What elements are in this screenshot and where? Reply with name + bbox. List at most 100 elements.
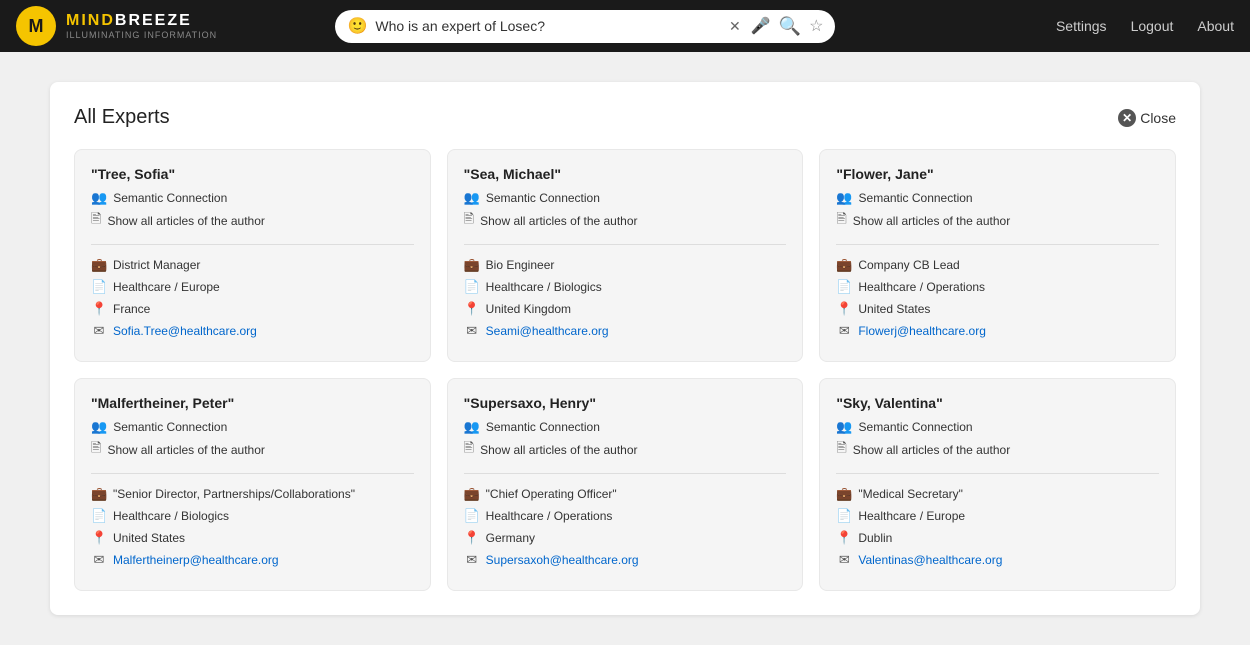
location-icon: 📍 [91, 530, 107, 546]
article-icon: 🖹 [91, 210, 101, 232]
email-icon: ✉ [464, 552, 480, 568]
email-detail: ✉ Supersaxoh@healthcare.org [464, 552, 787, 568]
role-icon: 💼 [464, 257, 480, 273]
semantic-connection-link[interactable]: 👥 Semantic Connection [836, 419, 1159, 435]
connection-icon: 👥 [464, 419, 480, 435]
connection-label: Semantic Connection [486, 420, 600, 434]
division-detail: 📄 Healthcare / Europe [836, 508, 1159, 524]
division-value: Healthcare / Operations [486, 509, 613, 523]
role-value: "Senior Director, Partnerships/Collabora… [113, 487, 355, 501]
location-detail: 📍 Dublin [836, 530, 1159, 546]
expert-name: "Malfertheiner, Peter" [91, 395, 414, 411]
expert-card: "Sky, Valentina" 👥 Semantic Connection 🖹… [819, 378, 1176, 591]
semantic-connection-link[interactable]: 👥 Semantic Connection [91, 190, 414, 206]
expert-name: "Tree, Sofia" [91, 166, 414, 182]
location-detail: 📍 United States [91, 530, 414, 546]
connection-label: Semantic Connection [486, 191, 600, 205]
semantic-connection-link[interactable]: 👥 Semantic Connection [836, 190, 1159, 206]
email-link[interactable]: Valentinas@healthcare.org [858, 553, 1002, 567]
expert-card: "Sea, Michael" 👥 Semantic Connection 🖹 S… [447, 149, 804, 362]
logo-name: MINDBREEZE [66, 12, 217, 30]
card-divider [464, 244, 787, 245]
search-mic-button[interactable]: 🎤 [751, 16, 771, 36]
email-link[interactable]: Sofia.Tree@healthcare.org [113, 324, 257, 338]
article-icon: 🖹 [91, 439, 101, 461]
show-articles-link[interactable]: 🖹 Show all articles of the author [91, 210, 414, 232]
division-detail: 📄 Healthcare / Operations [836, 279, 1159, 295]
division-icon: 📄 [91, 508, 107, 524]
location-value: Dublin [858, 531, 892, 545]
articles-label: Show all articles of the author [853, 443, 1010, 457]
division-value: Healthcare / Biologics [113, 509, 229, 523]
article-icon: 🖹 [464, 439, 474, 461]
division-icon: 📄 [836, 279, 852, 295]
location-detail: 📍 Germany [464, 530, 787, 546]
location-value: United Kingdom [486, 302, 571, 316]
location-value: United States [113, 531, 185, 545]
email-link[interactable]: Flowerj@healthcare.org [858, 324, 986, 338]
nav-settings[interactable]: Settings [1056, 18, 1107, 34]
location-icon: 📍 [464, 301, 480, 317]
experts-header: All Experts ✕ Close [74, 106, 1176, 129]
search-clear-button[interactable]: ✕ [727, 16, 743, 37]
close-icon: ✕ [1118, 109, 1136, 127]
location-detail: 📍 United States [836, 301, 1159, 317]
show-articles-link[interactable]: 🖹 Show all articles of the author [464, 439, 787, 461]
show-articles-link[interactable]: 🖹 Show all articles of the author [464, 210, 787, 232]
main-content: All Experts ✕ Close "Tree, Sofia" 👥 Sema… [0, 52, 1250, 645]
division-detail: 📄 Healthcare / Biologics [91, 508, 414, 524]
role-value: District Manager [113, 258, 200, 272]
expert-name: "Sky, Valentina" [836, 395, 1159, 411]
show-articles-link[interactable]: 🖹 Show all articles of the author [91, 439, 414, 461]
article-icon: 🖹 [836, 210, 846, 232]
search-star-button[interactable]: ☆ [809, 16, 823, 36]
role-value: "Chief Operating Officer" [486, 487, 617, 501]
semantic-connection-link[interactable]: 👥 Semantic Connection [464, 419, 787, 435]
connection-label: Semantic Connection [113, 191, 227, 205]
article-icon: 🖹 [464, 210, 474, 232]
card-divider [91, 473, 414, 474]
expert-card: "Flower, Jane" 👥 Semantic Connection 🖹 S… [819, 149, 1176, 362]
connection-label: Semantic Connection [113, 420, 227, 434]
division-detail: 📄 Healthcare / Operations [464, 508, 787, 524]
location-value: United States [858, 302, 930, 316]
experts-grid: "Tree, Sofia" 👥 Semantic Connection 🖹 Sh… [74, 149, 1176, 591]
email-link[interactable]: Seami@healthcare.org [486, 324, 609, 338]
show-articles-link[interactable]: 🖹 Show all articles of the author [836, 210, 1159, 232]
nav-links: Settings Logout About [1056, 18, 1234, 34]
division-icon: 📄 [836, 508, 852, 524]
close-button[interactable]: ✕ Close [1118, 109, 1176, 127]
location-value: France [113, 302, 150, 316]
division-detail: 📄 Healthcare / Biologics [464, 279, 787, 295]
location-icon: 📍 [464, 530, 480, 546]
role-detail: 💼 "Senior Director, Partnerships/Collabo… [91, 486, 414, 502]
email-icon: ✉ [464, 323, 480, 339]
logo-name-part2: BREEZE [115, 12, 192, 29]
card-divider [91, 244, 414, 245]
division-value: Healthcare / Europe [113, 280, 220, 294]
semantic-connection-link[interactable]: 👥 Semantic Connection [464, 190, 787, 206]
role-icon: 💼 [836, 486, 852, 502]
nav-logout[interactable]: Logout [1131, 18, 1174, 34]
logo-icon: M [16, 6, 56, 46]
email-icon: ✉ [836, 552, 852, 568]
search-input[interactable] [375, 18, 719, 34]
semantic-connection-link[interactable]: 👥 Semantic Connection [91, 419, 414, 435]
show-articles-link[interactable]: 🖹 Show all articles of the author [836, 439, 1159, 461]
role-value: Bio Engineer [486, 258, 555, 272]
email-link[interactable]: Malfertheinerp@healthcare.org [113, 553, 279, 567]
card-divider [464, 473, 787, 474]
card-divider [836, 244, 1159, 245]
articles-label: Show all articles of the author [480, 443, 637, 457]
role-detail: 💼 District Manager [91, 257, 414, 273]
role-icon: 💼 [836, 257, 852, 273]
search-go-button[interactable]: 🔍 [779, 16, 801, 37]
articles-label: Show all articles of the author [107, 214, 264, 228]
email-icon: ✉ [91, 323, 107, 339]
email-link[interactable]: Supersaxoh@healthcare.org [486, 553, 639, 567]
logo-text: MINDBREEZE ILLUMINATING INFORMATION [66, 12, 217, 40]
nav-about[interactable]: About [1197, 18, 1234, 34]
expert-name: "Supersaxo, Henry" [464, 395, 787, 411]
role-value: Company CB Lead [858, 258, 959, 272]
logo-tagline: ILLUMINATING INFORMATION [66, 30, 217, 40]
